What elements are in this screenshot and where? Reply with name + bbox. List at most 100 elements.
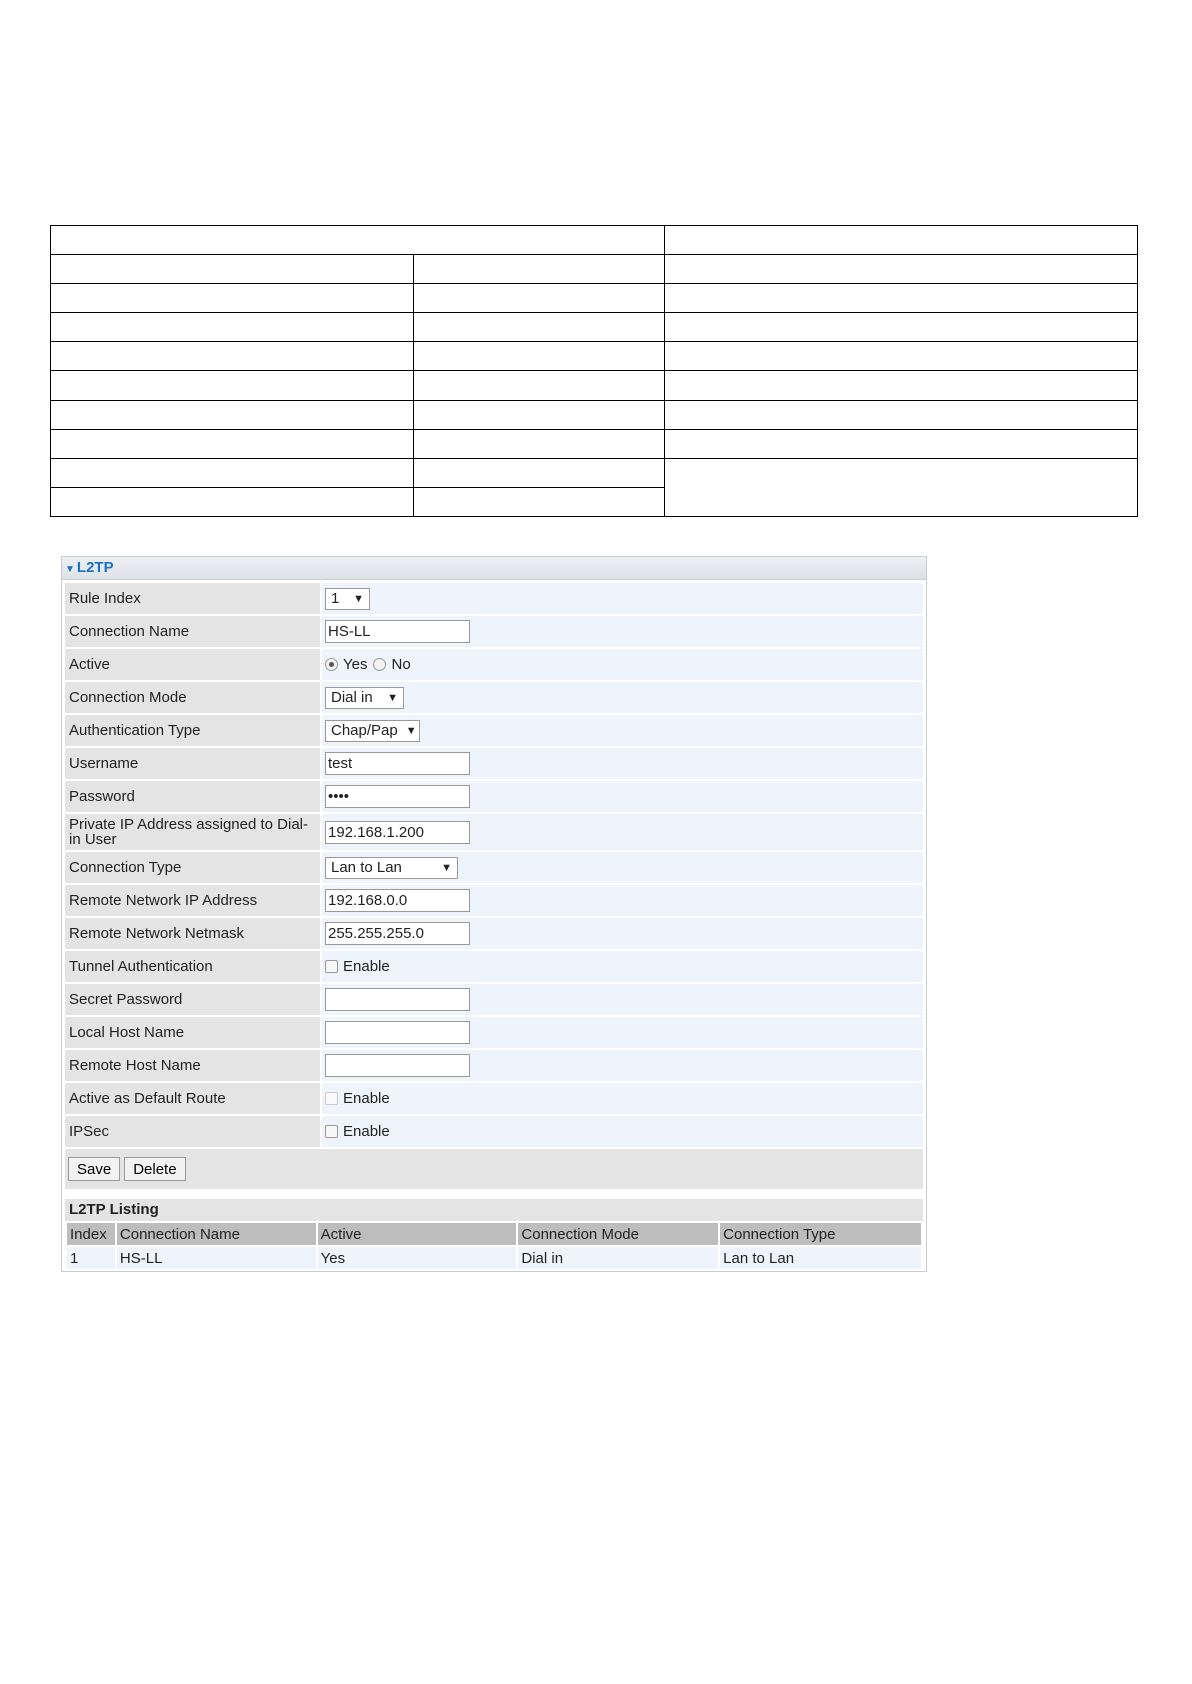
password-label: Password — [65, 781, 320, 812]
dropdown-arrow-icon: ▼ — [387, 691, 398, 704]
ipsec-checkbox[interactable] — [325, 1125, 338, 1138]
ref-cell — [50, 312, 414, 343]
active-no-radio[interactable] — [373, 658, 387, 671]
connection-mode-select[interactable]: Dial in ▼ — [325, 686, 404, 709]
authentication-type-value: Chap/Pap — [331, 722, 398, 739]
table-row[interactable]: 1 HS-LL Yes Dial in Lan to Lan — [67, 1247, 921, 1269]
ref-cell — [413, 341, 665, 372]
ref-cell — [664, 341, 1138, 372]
active-yes-radio[interactable] — [325, 658, 338, 671]
row-active: Active Yes No — [65, 649, 923, 680]
ref-cell — [664, 370, 1138, 401]
connection-mode-value: Dial in — [331, 689, 373, 706]
column-header: Index — [67, 1223, 115, 1245]
default-route-enable-label: Enable — [343, 1090, 390, 1107]
dropdown-arrow-icon: ▼ — [405, 724, 417, 737]
active-yes-label: Yes — [343, 656, 368, 673]
l2tp-listing-table: Index Connection Name Active Connection … — [65, 1221, 923, 1271]
row-tunnel-auth: Tunnel Authentication Enable — [65, 951, 923, 982]
rule-index-value: 1 — [331, 590, 340, 607]
row-remote-host-name: Remote Host Name — [65, 1050, 923, 1081]
connection-type-label: Connection Type — [65, 852, 320, 883]
ref-cell — [664, 457, 1138, 518]
row-default-route: Active as Default Route Enable — [65, 1083, 923, 1114]
row-connection-name: Connection Name — [65, 616, 923, 647]
row-rule-index: Rule Index 1 ▼ — [65, 583, 923, 614]
table-cell: Dial in — [518, 1247, 719, 1269]
row-local-host-name: Local Host Name — [65, 1017, 923, 1048]
save-button[interactable]: Save — [68, 1157, 121, 1181]
ipsec-label: IPSec — [65, 1116, 320, 1147]
remote-host-name-label: Remote Host Name — [65, 1050, 320, 1081]
collapse-caret-icon[interactable]: ▼ — [65, 564, 75, 575]
dropdown-arrow-icon: ▼ — [441, 861, 452, 874]
remote-netmask-label: Remote Network Netmask — [65, 918, 320, 949]
private-ip-label: Private IP Address assigned to Dial-in U… — [65, 814, 320, 850]
delete-button[interactable]: Delete — [124, 1157, 186, 1181]
column-header: Connection Name — [116, 1223, 316, 1245]
active-no-label: No — [391, 656, 411, 673]
row-connection-type: Connection Type Lan to Lan ▼ — [65, 852, 923, 883]
ref-cell — [413, 312, 665, 343]
connection-type-select[interactable]: Lan to Lan ▼ — [325, 856, 458, 879]
tunnel-auth-label: Tunnel Authentication — [65, 951, 320, 982]
authentication-type-label: Authentication Type — [65, 715, 320, 746]
connection-name-input[interactable] — [325, 620, 470, 643]
secret-password-label: Secret Password — [65, 984, 320, 1015]
row-private-ip: Private IP Address assigned to Dial-in U… — [65, 814, 923, 850]
ref-cell — [50, 283, 414, 314]
ref-cell — [50, 370, 414, 401]
ref-cell — [413, 486, 665, 518]
rule-index-select[interactable]: 1 ▼ — [325, 587, 370, 610]
row-username: Username — [65, 748, 923, 779]
ref-cell — [664, 254, 1138, 285]
ref-cell — [413, 370, 665, 401]
column-header: Active — [317, 1223, 517, 1245]
listing-header-row: Index Connection Name Active Connection … — [67, 1223, 921, 1245]
column-header: Connection Mode — [518, 1223, 719, 1245]
remote-ip-input[interactable] — [325, 889, 470, 912]
l2tp-panel: ▼L2TP Rule Index 1▼ Connection Name Acti… — [61, 556, 927, 1272]
ref-cell — [50, 254, 414, 285]
private-ip-input[interactable] — [325, 820, 470, 844]
username-input[interactable] — [325, 752, 470, 775]
button-bar: Save Delete — [65, 1149, 923, 1189]
ref-cell — [50, 457, 414, 488]
ref-cell — [50, 428, 414, 459]
column-header: Connection Type — [720, 1223, 921, 1245]
row-connection-mode: Connection Mode Dial in ▼ — [65, 682, 923, 713]
ref-cell — [664, 283, 1138, 314]
table-cell: HS-LL — [116, 1247, 316, 1269]
table-cell: 1 — [67, 1247, 115, 1269]
active-label: Active — [65, 649, 320, 680]
ref-cell — [50, 224, 665, 256]
default-route-label: Active as Default Route — [65, 1083, 320, 1114]
reference-table — [50, 224, 1138, 518]
rule-index-label: Rule Index — [65, 583, 320, 614]
ref-cell — [50, 341, 414, 372]
ref-cell — [413, 254, 665, 285]
row-secret-password: Secret Password — [65, 984, 923, 1015]
ref-cell — [413, 457, 665, 488]
password-input[interactable] — [325, 785, 470, 808]
ref-cell — [50, 399, 414, 430]
l2tp-form: Rule Index 1▼ Connection Name Active Yes… — [62, 580, 926, 1147]
username-label: Username — [65, 748, 320, 779]
local-host-name-label: Local Host Name — [65, 1017, 320, 1048]
local-host-name-input[interactable] — [325, 1021, 470, 1044]
ref-cell — [664, 428, 1138, 459]
panel-header[interactable]: ▼ L2TP — [62, 557, 926, 580]
ref-cell — [664, 312, 1138, 343]
secret-password-input[interactable] — [325, 988, 470, 1011]
table-cell: Yes — [317, 1247, 517, 1269]
remote-netmask-input[interactable] — [325, 922, 470, 945]
ref-cell — [413, 399, 665, 430]
remote-host-name-input[interactable] — [325, 1054, 470, 1077]
connection-name-label: Connection Name — [65, 616, 320, 647]
authentication-type-select[interactable]: Chap/Pap ▼ — [325, 719, 420, 742]
tunnel-auth-checkbox[interactable] — [325, 960, 338, 973]
ipsec-enable-label: Enable — [343, 1123, 390, 1140]
default-route-checkbox[interactable] — [325, 1092, 338, 1105]
row-remote-ip: Remote Network IP Address — [65, 885, 923, 916]
ref-cell — [413, 428, 665, 459]
